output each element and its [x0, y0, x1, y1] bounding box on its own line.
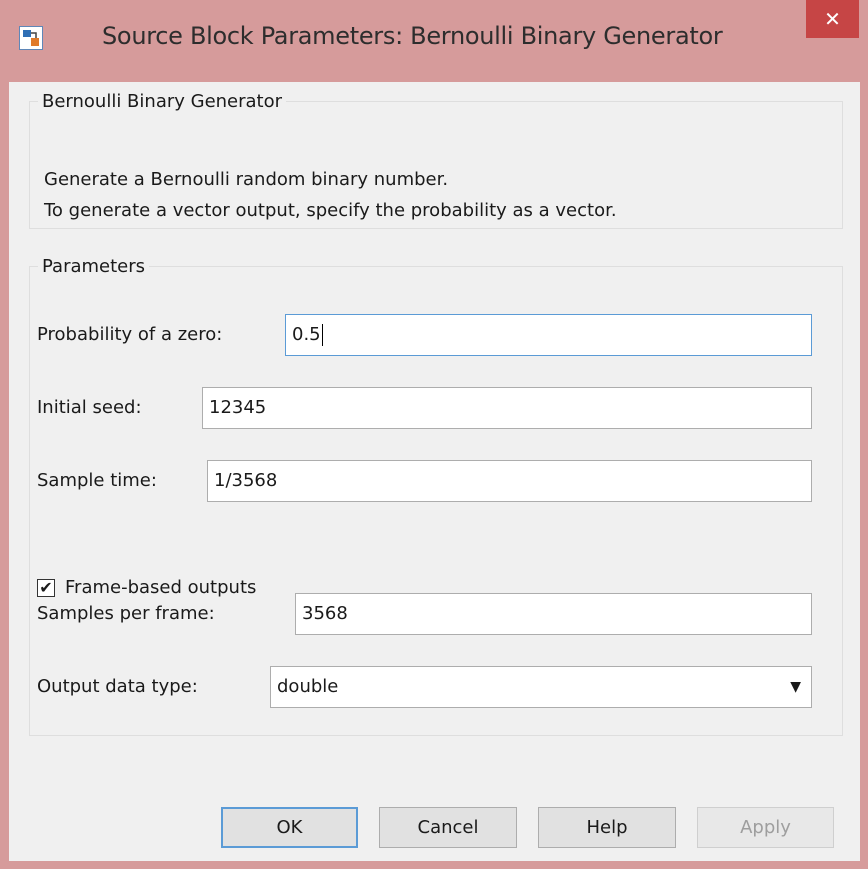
apply-button[interactable]: Apply — [697, 807, 834, 848]
cancel-button[interactable]: Cancel — [379, 807, 517, 848]
description-text: Generate a Bernoulli random binary numbe… — [44, 164, 617, 226]
probability-input[interactable]: 0.5 — [285, 314, 812, 356]
samples-per-frame-label: Samples per frame: — [37, 603, 215, 624]
samples-per-frame-input[interactable]: 3568 — [295, 593, 812, 635]
title-bar[interactable]: Source Block Parameters: Bernoulli Binar… — [0, 0, 868, 82]
ok-button[interactable]: OK — [221, 807, 358, 848]
seed-input[interactable]: 12345 — [202, 387, 812, 429]
sample-time-label: Sample time: — [37, 470, 157, 491]
window-title: Source Block Parameters: Bernoulli Binar… — [102, 22, 723, 50]
close-icon: ✕ — [824, 7, 841, 31]
probability-label: Probability of a zero: — [37, 324, 223, 345]
sample-time-input[interactable]: 1/3568 — [207, 460, 812, 502]
dialog-window: Source Block Parameters: Bernoulli Binar… — [0, 0, 868, 869]
description-line-2: To generate a vector output, specify the… — [44, 200, 617, 221]
close-button[interactable]: ✕ — [806, 0, 859, 38]
description-group-title: Bernoulli Binary Generator — [42, 91, 283, 112]
dialog-body: Bernoulli Binary Generator Generate a Be… — [9, 82, 860, 861]
output-type-select[interactable]: double ▼ — [270, 666, 812, 708]
simulink-block-icon — [19, 26, 43, 50]
parameters-group-title: Parameters — [42, 256, 146, 277]
text-caret — [321, 324, 323, 346]
description-group: Bernoulli Binary Generator Generate a Be… — [29, 91, 843, 229]
probability-value: 0.5 — [292, 324, 321, 345]
help-button[interactable]: Help — [538, 807, 676, 848]
output-type-label: Output data type: — [37, 676, 198, 697]
seed-label: Initial seed: — [37, 397, 142, 418]
output-type-value: double — [277, 676, 339, 697]
description-line-1: Generate a Bernoulli random binary numbe… — [44, 169, 449, 190]
chevron-down-icon: ▼ — [790, 679, 801, 695]
